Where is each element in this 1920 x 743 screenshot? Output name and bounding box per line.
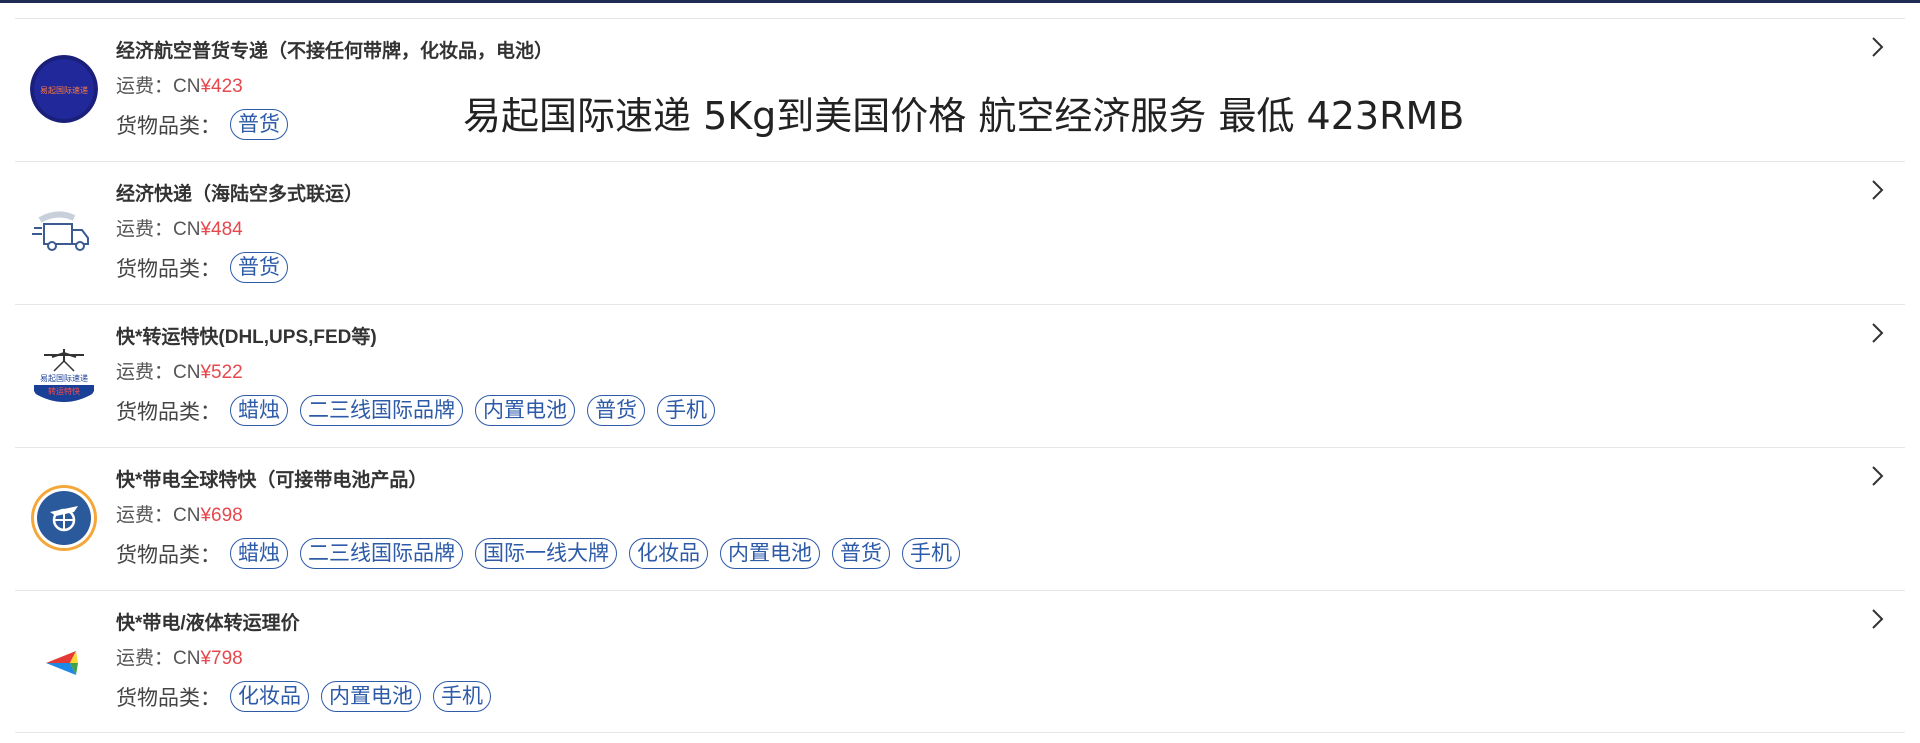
fee-prefix: 运费：CN [116,76,201,97]
service-fee: 运费：CN¥484 [116,214,243,241]
category-line: 货物品类： 普货 [116,252,300,283]
fee-amount: ¥798 [200,648,243,669]
category-line: 货物品类： 蜡烛 二三线国际品牌 内置电池 普货 手机 [116,395,727,426]
category-tag: 二三线国际品牌 [300,395,463,426]
category-tag: 内置电池 [321,681,421,712]
category-tag: 化妆品 [629,538,708,569]
service-title: 快*带电全球特快（可接带电池产品） [116,470,428,491]
category-tag: 手机 [902,538,960,569]
category-tag: 手机 [657,395,715,426]
chevron-right-icon[interactable] [1865,607,1889,631]
chevron-right-icon[interactable] [1865,178,1889,202]
category-tag: 化妆品 [230,681,309,712]
fee-amount: ¥423 [200,76,243,97]
yiqi-express-logo-icon: 易起国际速递 [30,55,98,123]
category-label: 货物品类： [116,257,221,281]
chevron-right-icon[interactable] [1865,35,1889,59]
category-label: 货物品类： [116,543,221,567]
category-tag: 手机 [433,681,491,712]
category-tag: 蜡烛 [230,538,288,569]
category-label: 货物品类： [116,686,221,710]
service-title: 经济航空普货专递（不接任何带牌，化妆品，电池） [116,41,554,62]
fee-amount: ¥484 [200,219,243,240]
category-tag: 内置电池 [475,395,575,426]
category-tag: 二三线国际品牌 [300,538,463,569]
category-line: 货物品类： 普货 [116,109,300,140]
globe-plane-icon [30,484,98,552]
category-label: 货物品类： [116,400,221,424]
chevron-right-icon[interactable] [1865,464,1889,488]
fee-prefix: 运费：CN [116,505,201,526]
service-fee: 运费：CN¥423 [116,71,243,98]
airplane-transfer-logo-icon: 易起国际速递 转运特快 [30,341,98,409]
fee-amount: ¥522 [200,362,243,383]
category-line: 货物品类： 化妆品 内置电池 手机 [116,681,503,712]
category-tag: 内置电池 [720,538,820,569]
category-tag: 国际一线大牌 [475,538,617,569]
fee-prefix: 运费：CN [116,648,201,669]
logo-text: 易起国际速递 [40,373,88,383]
colorful-arrow-logo-icon [30,627,98,695]
service-fee: 运费：CN¥798 [116,643,243,670]
service-fee: 运费：CN¥522 [116,357,243,384]
category-tag: 普货 [587,395,645,426]
service-row[interactable]: 易起国际速递 转运特快 快*转运特快(DHL,UPS,FED等) 运费：CN¥5… [15,304,1905,447]
logo-text: 易起国际速递 [40,85,88,95]
top-bar [0,0,1920,3]
logo-subtext: 转运特快 [48,386,80,396]
category-label: 货物品类： [116,114,221,138]
service-row[interactable]: 经济快递（海陆空多式联运） 运费：CN¥484 货物品类： 普货 [15,161,1905,304]
service-fee: 运费：CN¥698 [116,500,243,527]
service-title: 快*转运特快(DHL,UPS,FED等) [116,327,377,348]
service-row[interactable]: 快*带电/液体转运理价 运费：CN¥798 货物品类： 化妆品 内置电池 手机 [15,590,1905,733]
fee-prefix: 运费：CN [116,362,201,383]
service-row[interactable]: 快*带电全球特快（可接带电池产品） 运费：CN¥698 货物品类： 蜡烛 二三线… [15,447,1905,590]
chevron-right-icon[interactable] [1865,321,1889,345]
overlay-caption: 易起国际速递 5Kg到美国价格 航空经济服务 最低 423RMB [463,94,1465,138]
fee-amount: ¥698 [200,505,243,526]
service-title: 快*带电/液体转运理价 [116,613,300,634]
category-tag: 普货 [832,538,890,569]
service-title: 经济快递（海陆空多式联运） [116,184,364,205]
category-tag: 普货 [230,252,288,283]
category-tag: 蜡烛 [230,395,288,426]
fee-prefix: 运费：CN [116,219,201,240]
category-tag: 普货 [230,109,288,140]
delivery-truck-icon [30,198,98,266]
category-line: 货物品类： 蜡烛 二三线国际品牌 国际一线大牌 化妆品 内置电池 普货 手机 [116,538,972,569]
